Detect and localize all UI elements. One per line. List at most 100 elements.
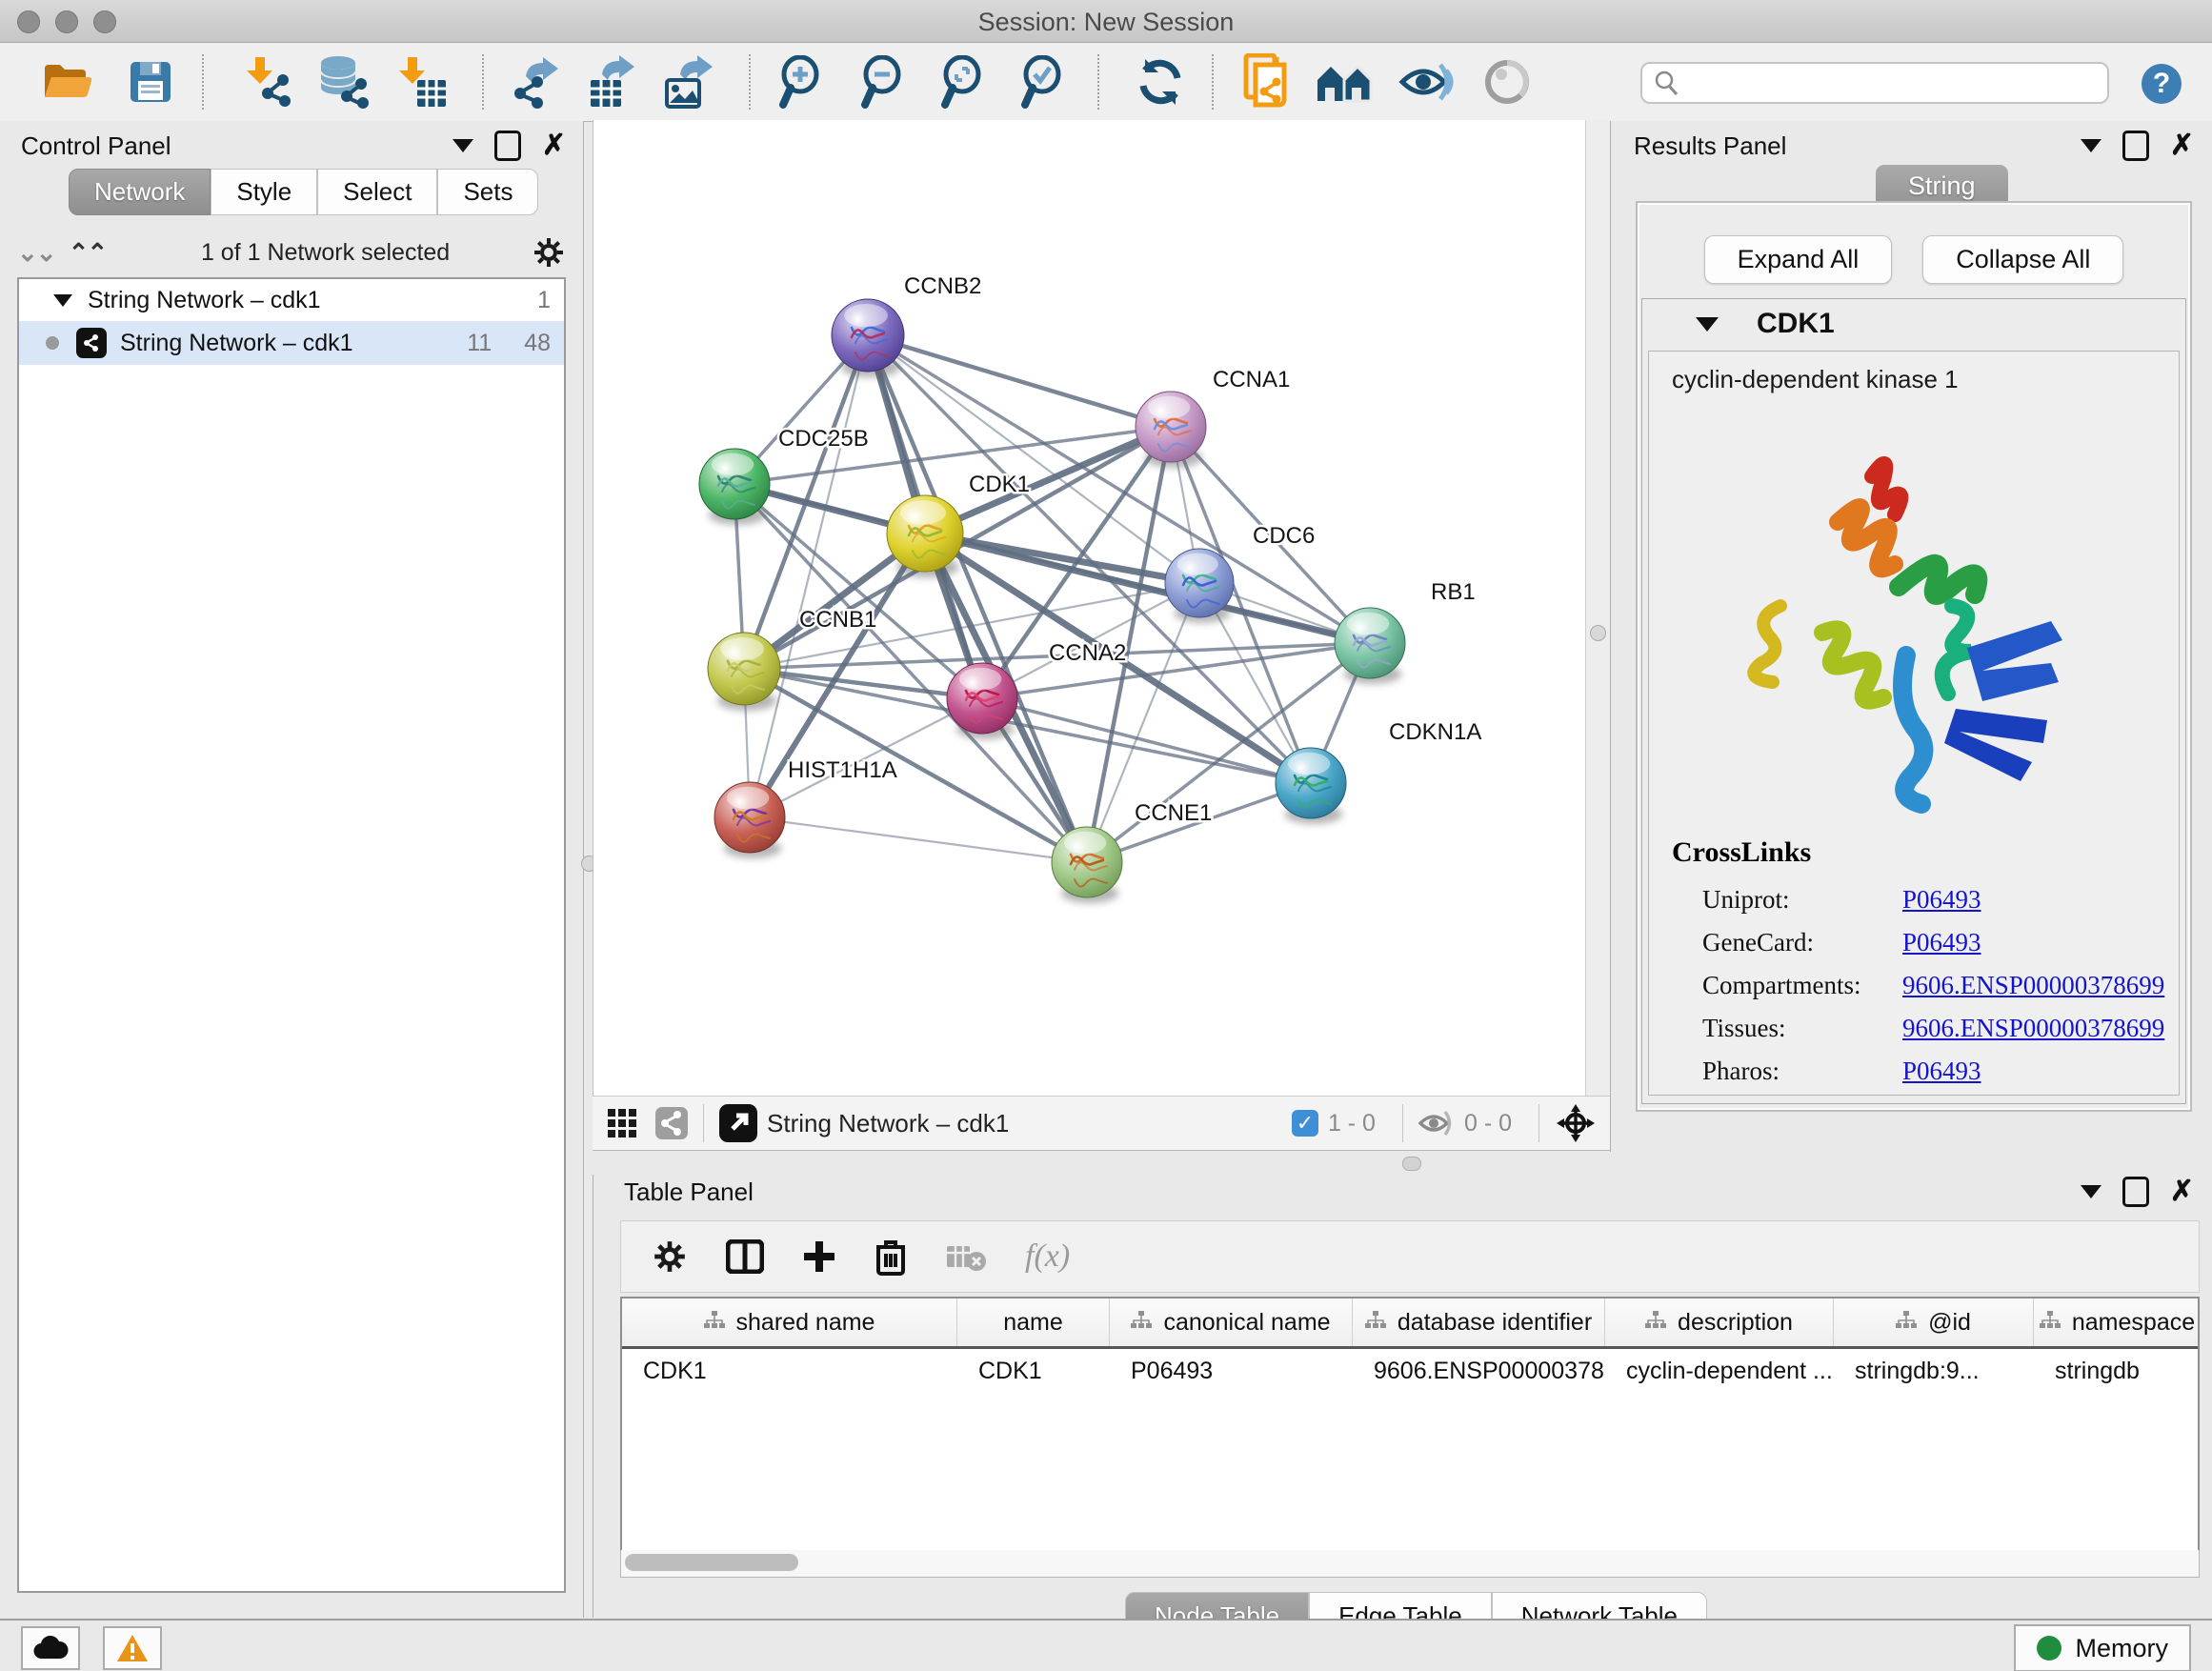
scrollbar-thumb[interactable] (625, 1554, 798, 1571)
string-app-icon (76, 328, 107, 358)
zoom-out-icon (857, 55, 907, 109)
import-database-button[interactable] (314, 51, 375, 112)
selected-checkbox[interactable]: ✓ (1292, 1110, 1318, 1137)
tab-sets[interactable]: Sets (437, 169, 538, 215)
hidden-eye-slash-icon[interactable] (1418, 1109, 1455, 1137)
panel-menu-icon[interactable] (452, 139, 473, 152)
network-collection-row[interactable]: String Network – cdk1 1 (19, 279, 564, 321)
help-button[interactable]: ? (2142, 64, 2182, 104)
panel-menu-icon[interactable] (2081, 1185, 2101, 1198)
network-status-dot (46, 336, 59, 350)
first-neighbors-button[interactable] (1315, 51, 1376, 112)
crosslink-value[interactable]: P06493 (1902, 885, 1981, 915)
panel-menu-icon[interactable] (2081, 139, 2101, 152)
table-row[interactable]: CDK1CDK1P064939606.ENSP00000378699cyclin… (622, 1349, 2198, 1393)
crosslink-value[interactable]: P06493 (1902, 1057, 1981, 1086)
import-table-button[interactable] (391, 51, 452, 112)
delete-table-icon[interactable] (945, 1240, 987, 1273)
export-image-button[interactable] (657, 51, 718, 112)
export-network-button[interactable] (505, 51, 566, 112)
export-table-button[interactable] (581, 51, 642, 112)
toolbar-separator (1212, 54, 1214, 110)
node-CDKN1A[interactable]: CDKN1A (1276, 719, 1481, 824)
open-file-button[interactable] (36, 51, 97, 112)
zoom-fit-button[interactable] (932, 51, 993, 112)
expand-all-networks-icon[interactable]: ⌃⌃ (69, 238, 107, 268)
float-panel-icon[interactable] (494, 131, 521, 161)
column-label: description (1678, 1309, 1793, 1337)
node-RB1[interactable]: RB1 (1335, 579, 1476, 684)
crosslink-row: GeneCard:P06493 (1672, 921, 2179, 964)
crosslink-value[interactable]: 9606.ENSP00000378699 (1902, 1014, 2164, 1043)
node-CCNE1[interactable]: CCNE1 (1052, 800, 1212, 903)
node-label-CCNB2: CCNB2 (904, 273, 981, 299)
delete-column-trash-icon[interactable] (875, 1238, 907, 1276)
edge-HIST1H1A-CCNE1[interactable] (750, 817, 1087, 862)
refresh-view-button[interactable] (1130, 51, 1191, 112)
column-label: name (1003, 1309, 1063, 1337)
table-toolbar: f(x) (620, 1220, 2200, 1293)
column-header-name[interactable]: name (957, 1299, 1110, 1346)
column-type-icon (704, 1309, 725, 1337)
expand-all-button[interactable]: Expand All (1704, 235, 1893, 284)
string-share-icon[interactable] (655, 1107, 688, 1139)
close-panel-icon[interactable]: ✗ (2170, 1178, 2194, 1206)
collection-collapse-icon[interactable] (53, 294, 72, 307)
column-header-description[interactable]: description (1605, 1299, 1834, 1346)
node-CCNA1[interactable]: CCNA1 (1136, 367, 1290, 468)
show-all-button[interactable] (1477, 51, 1538, 112)
pan-crosshair-icon[interactable] (1555, 1102, 1597, 1144)
hide-selected-button[interactable] (1397, 51, 1458, 112)
network-options-gear-icon[interactable] (532, 235, 566, 270)
horizontal-splitter-handle[interactable] (1402, 1157, 1421, 1171)
collapse-all-button[interactable]: Collapse All (1922, 235, 2123, 284)
import-table-icon (394, 55, 448, 109)
edge-CCNA2-CDKN1A[interactable] (982, 698, 1311, 783)
edge-CCNB2-RB1[interactable] (868, 335, 1370, 643)
edge-CCNB2-HIST1H1A[interactable] (750, 335, 868, 817)
search-input[interactable] (1688, 69, 2096, 97)
show-columns-icon[interactable] (726, 1239, 764, 1274)
tab-style[interactable]: Style (211, 169, 317, 215)
node-HIST1H1A[interactable]: HIST1H1A (714, 757, 897, 858)
open-in-window-icon[interactable] (719, 1104, 757, 1142)
clone-network-button[interactable] (1237, 51, 1297, 112)
close-panel-icon[interactable]: ✗ (542, 131, 566, 160)
canvas-right-scrollbar[interactable] (1585, 120, 1611, 1096)
close-panel-icon[interactable]: ✗ (2170, 131, 2194, 160)
network-view[interactable]: CCNB2CCNA1CDC25BCDK1CDC6RB1CCNB1CCNA2CDK… (593, 120, 1586, 1096)
node-label-CCNA2: CCNA2 (1049, 640, 1126, 666)
column-header-canonical-name[interactable]: canonical name (1110, 1299, 1353, 1346)
float-panel-icon[interactable] (2122, 131, 2149, 161)
right-splitter-handle[interactable] (1590, 625, 1606, 641)
gene-section-header[interactable]: CDK1 (1642, 299, 2185, 349)
column-header-namespace[interactable]: namespace (2034, 1299, 2200, 1346)
edge-CCNB2-CCNE1[interactable] (868, 335, 1087, 862)
tab-select[interactable]: Select (317, 169, 437, 215)
float-panel-icon[interactable] (2122, 1177, 2149, 1207)
save-session-button[interactable] (120, 51, 181, 112)
table-horizontal-scrollbar[interactable] (620, 1550, 2200, 1578)
zoom-out-button[interactable] (852, 51, 913, 112)
column-header-shared-name[interactable]: shared name (622, 1299, 957, 1346)
import-network-button[interactable] (238, 51, 299, 112)
column-label: shared name (736, 1309, 875, 1337)
tab-network[interactable]: Network (69, 169, 211, 215)
column-header--id[interactable]: @id (1834, 1299, 2034, 1346)
add-column-icon[interactable] (802, 1239, 836, 1274)
cloud-status-button[interactable] (21, 1626, 80, 1670)
memory-button[interactable]: Memory (2014, 1624, 2191, 1671)
zoom-in-button[interactable] (772, 51, 833, 112)
crosslink-value[interactable]: 9606.ENSP00000378699 (1902, 971, 2164, 1000)
table-options-gear-icon[interactable] (652, 1238, 688, 1275)
birds-eye-view-icon[interactable] (606, 1107, 638, 1139)
column-header-database-identifier[interactable]: database identifier (1353, 1299, 1605, 1346)
results-panel: Results Panel ✗ String Expand All Collap… (1610, 121, 2212, 1152)
warnings-button[interactable] (103, 1626, 162, 1670)
collapse-all-networks-icon[interactable]: ⌄⌄ (17, 238, 55, 268)
network-row-selected[interactable]: String Network – cdk1 1148 (19, 321, 564, 365)
section-collapse-icon[interactable] (1696, 317, 1719, 332)
zoom-selected-button[interactable] (1012, 51, 1073, 112)
function-builder-button[interactable]: f(x) (1025, 1238, 1070, 1275)
crosslink-value[interactable]: P06493 (1902, 928, 1981, 957)
